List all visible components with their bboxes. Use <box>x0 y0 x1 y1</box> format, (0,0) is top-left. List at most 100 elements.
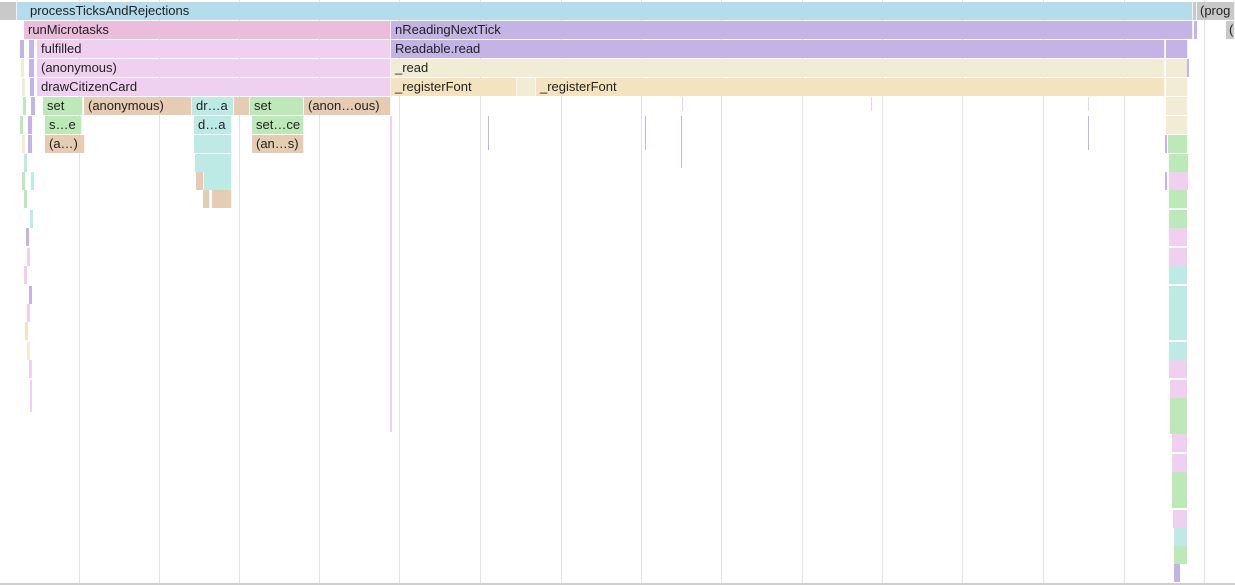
flame-frame-sliver[interactable] <box>390 116 392 432</box>
flame-frame-anon-ous[interactable]: (anon…ous) <box>304 97 391 115</box>
flame-frame-sliver[interactable] <box>1169 228 1187 246</box>
flame-frame-an-s[interactable]: (an…s) <box>252 135 304 153</box>
flame-frame-set-ce[interactable]: set…ce <box>252 116 304 134</box>
flame-frame-sliver[interactable] <box>1172 434 1187 452</box>
flame-frame-sliver[interactable] <box>1173 510 1187 528</box>
flame-frame-small[interactable] <box>1166 40 1188 58</box>
flame-frame[interactable] <box>0 2 17 20</box>
flame-frame-sliver[interactable] <box>871 97 872 111</box>
flame-frame-small[interactable] <box>1166 116 1188 134</box>
flame-frame-set[interactable]: set <box>250 97 304 115</box>
flame-frame-d-a[interactable]: d…a <box>194 116 232 134</box>
flame-frame-sliver[interactable] <box>1165 135 1167 153</box>
flame-frame-sliver[interactable] <box>1169 154 1188 172</box>
flame-frame-sliver[interactable] <box>29 40 34 58</box>
flame-frame-sliver[interactable] <box>681 116 682 168</box>
flame-frame-small[interactable] <box>1168 135 1188 153</box>
flame-frame-sliver[interactable] <box>1194 21 1197 39</box>
flame-frame-sliver[interactable] <box>1174 546 1187 564</box>
flame-frame-readable-read[interactable]: Readable.read <box>391 40 1165 58</box>
flame-frame-fulfilled[interactable]: fulfilled <box>37 40 391 58</box>
flame-frame-sliver[interactable] <box>22 135 25 153</box>
flame-frame-sliver[interactable] <box>1169 360 1187 378</box>
flame-frame-sliver[interactable] <box>30 380 32 398</box>
flame-frame-process-ticks-and-rejections[interactable]: processTicksAndRejections <box>17 2 1193 20</box>
flame-frame-sliver[interactable] <box>30 78 34 96</box>
flame-frame-sliver[interactable] <box>28 116 32 134</box>
flame-frame-sliver[interactable] <box>20 116 23 134</box>
flame-frame-sliver[interactable] <box>23 97 26 115</box>
flame-frame-sliver[interactable] <box>1170 380 1187 398</box>
flame-frame-s-e[interactable]: s…e <box>45 116 82 134</box>
flame-frame-sliver[interactable] <box>25 322 28 340</box>
flame-frame-register-font[interactable]: _registerFont <box>391 78 517 96</box>
flame-frame-prog[interactable]: (prog <box>1197 2 1235 20</box>
flame-frame-sliver[interactable] <box>24 190 27 208</box>
flame-frame-sliver[interactable] <box>1174 564 1180 582</box>
flame-frame-sliver[interactable] <box>1169 172 1188 190</box>
flame-frame-register-font[interactable]: _registerFont <box>536 78 1165 96</box>
flame-frame-anonymous[interactable]: (anonymous) <box>84 97 192 115</box>
flame-frame-sliver[interactable] <box>1187 59 1189 77</box>
flame-frame-run-microtasks[interactable]: runMicrotasks <box>24 21 391 39</box>
flame-frame-sliver[interactable] <box>1169 342 1187 360</box>
flame-frame-sliver[interactable] <box>1169 248 1187 266</box>
flame-frame-sliver[interactable] <box>24 154 27 172</box>
flame-frame-sliver[interactable] <box>1169 210 1187 228</box>
flame-frame-dr-a[interactable]: dr…a <box>192 97 234 115</box>
flame-frame-sliver[interactable] <box>1169 190 1187 208</box>
flame-frame-sliver[interactable] <box>488 116 489 150</box>
flame-frame-sliver[interactable] <box>682 97 683 111</box>
flame-frame-sliver[interactable] <box>21 59 24 77</box>
flame-frame-small[interactable] <box>203 190 210 208</box>
flame-frame-a[interactable]: (a…) <box>45 135 85 153</box>
flame-frame-sliver[interactable] <box>1088 97 1089 111</box>
flame-frame-sliver[interactable] <box>1088 116 1089 150</box>
flame-frame-sliver[interactable] <box>20 40 24 58</box>
flame-frame-sliver[interactable] <box>24 266 27 284</box>
flame-frame-set[interactable]: set <box>43 97 83 115</box>
flame-frame-small[interactable] <box>1166 97 1188 115</box>
flame-frame-small[interactable] <box>195 154 232 172</box>
flame-frame-sliver[interactable] <box>1165 172 1167 190</box>
flame-frame-sliver[interactable] <box>22 172 25 190</box>
flame-frame-sliver[interactable] <box>1172 454 1187 472</box>
flame-frame-anonymous[interactable]: (anonymous) <box>37 59 391 77</box>
flame-frame-sliver[interactable] <box>1170 398 1187 416</box>
flame-frame-sliver[interactable] <box>30 398 32 412</box>
flame-frame-sliver[interactable] <box>1172 472 1187 490</box>
flame-frame-small[interactable] <box>1166 78 1188 96</box>
flame-frame-prog-child[interactable]: ( <box>1226 21 1235 39</box>
flame-frame-small[interactable] <box>194 135 232 153</box>
flame-frame-n-reading-next-tick[interactable]: nReadingNextTick <box>391 21 1193 39</box>
flame-frame-sliver[interactable] <box>28 135 32 153</box>
flame-frame-sliver[interactable] <box>27 248 30 266</box>
flame-chart[interactable]: processTicksAndRejections (prog runMicro… <box>0 0 1235 585</box>
flame-frame-sliver[interactable] <box>31 97 35 115</box>
flame-frame-sliver[interactable] <box>1170 416 1187 434</box>
flame-frame-small[interactable] <box>1166 59 1188 77</box>
flame-frame-read[interactable]: _read <box>391 59 1165 77</box>
flame-frame-sliver[interactable] <box>1169 266 1187 284</box>
flame-frame-small[interactable] <box>517 78 536 96</box>
flame-frame-sliver[interactable] <box>1174 528 1187 546</box>
flame-frame-sliver[interactable] <box>22 78 25 96</box>
flame-frame-sliver[interactable] <box>29 286 32 304</box>
flame-frame-sliver[interactable] <box>29 360 32 378</box>
flame-frame-sliver[interactable] <box>1172 490 1187 508</box>
flame-frame-sliver[interactable] <box>27 342 30 360</box>
flame-frame-small[interactable] <box>212 190 232 208</box>
flame-frame-sliver[interactable] <box>31 172 34 190</box>
flame-frame-small[interactable] <box>196 172 204 190</box>
flame-frame-sliver[interactable] <box>1169 322 1187 340</box>
flame-frame-sliver[interactable] <box>29 59 34 77</box>
flame-frame-sliver[interactable] <box>30 210 33 228</box>
flame-frame-draw-citizen-card[interactable]: drawCitizenCard <box>37 78 391 96</box>
grid-line <box>1204 0 1205 583</box>
flame-frame-sliver[interactable] <box>645 116 646 150</box>
flame-frame-sliver[interactable] <box>26 228 29 246</box>
flame-frame-sliver[interactable] <box>1169 286 1187 304</box>
flame-frame-small[interactable] <box>234 97 250 115</box>
flame-frame-sliver[interactable] <box>1169 304 1187 322</box>
flame-frame-sliver[interactable] <box>27 304 30 322</box>
